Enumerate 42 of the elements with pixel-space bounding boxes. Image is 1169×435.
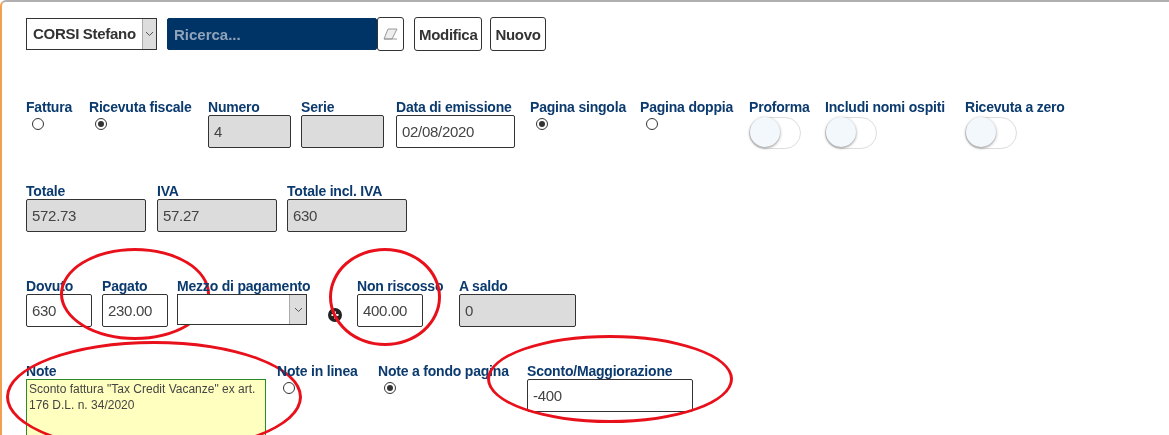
toolbar-button[interactable]: Modifica: [414, 17, 483, 51]
radio-button[interactable]: [95, 118, 107, 130]
eraser-icon: [382, 27, 399, 41]
field-label: Ricevuta fiscale: [89, 99, 192, 115]
input-field[interactable]: -400: [527, 379, 693, 412]
notes-textarea[interactable]: Sconto fattura "Tax Credit Vacanze" ex art. 176 D.L. n. 34/2020: [26, 379, 266, 435]
field-label: Pagato: [102, 278, 148, 294]
field-label: Includi nomi ospiti: [825, 99, 945, 115]
toggle-switch[interactable]: [965, 117, 1017, 149]
input-field[interactable]: 230.00: [102, 294, 168, 327]
field-label: Fattura: [26, 99, 73, 115]
radio-button[interactable]: [32, 118, 44, 130]
field-label: Note: [26, 363, 57, 379]
field-label: Sconto/Maggiorazione: [527, 363, 673, 379]
toolbar-button[interactable]: Nuovo: [490, 17, 546, 51]
radio-button[interactable]: [536, 118, 548, 130]
field-label: Ricevuta a zero: [965, 99, 1065, 115]
field-label: Data di emissione: [396, 99, 512, 115]
caret-icon: [293, 306, 303, 313]
field-label: Numero: [208, 99, 260, 115]
radio-button[interactable]: [384, 382, 396, 394]
input-field[interactable]: 630: [26, 294, 92, 327]
field-label: IVA: [157, 183, 179, 199]
input-field[interactable]: 02/08/2020: [396, 115, 515, 148]
field-label: Pagina doppia: [640, 99, 734, 115]
input-field[interactable]: 400.00: [357, 294, 423, 327]
field-label: Pagina singola: [530, 99, 626, 115]
clear-button[interactable]: [377, 17, 404, 51]
field-label: Totale: [26, 183, 65, 199]
field-label: Totale incl. IVA: [287, 183, 383, 199]
user-select[interactable]: CORSI Stefano: [26, 18, 157, 50]
toggle-switch[interactable]: [825, 117, 877, 149]
radio-button[interactable]: [646, 118, 658, 130]
field-label: Proforma: [749, 99, 810, 115]
search-field[interactable]: Ricerca...: [167, 18, 377, 50]
field-label: Serie: [301, 99, 335, 115]
payment-select[interactable]: [177, 294, 307, 325]
toggle-switch[interactable]: [749, 117, 801, 149]
field-label: A saldo: [459, 278, 508, 294]
add-icon[interactable]: [328, 308, 342, 322]
radio-button[interactable]: [283, 382, 295, 394]
caret-icon: [144, 31, 154, 37]
